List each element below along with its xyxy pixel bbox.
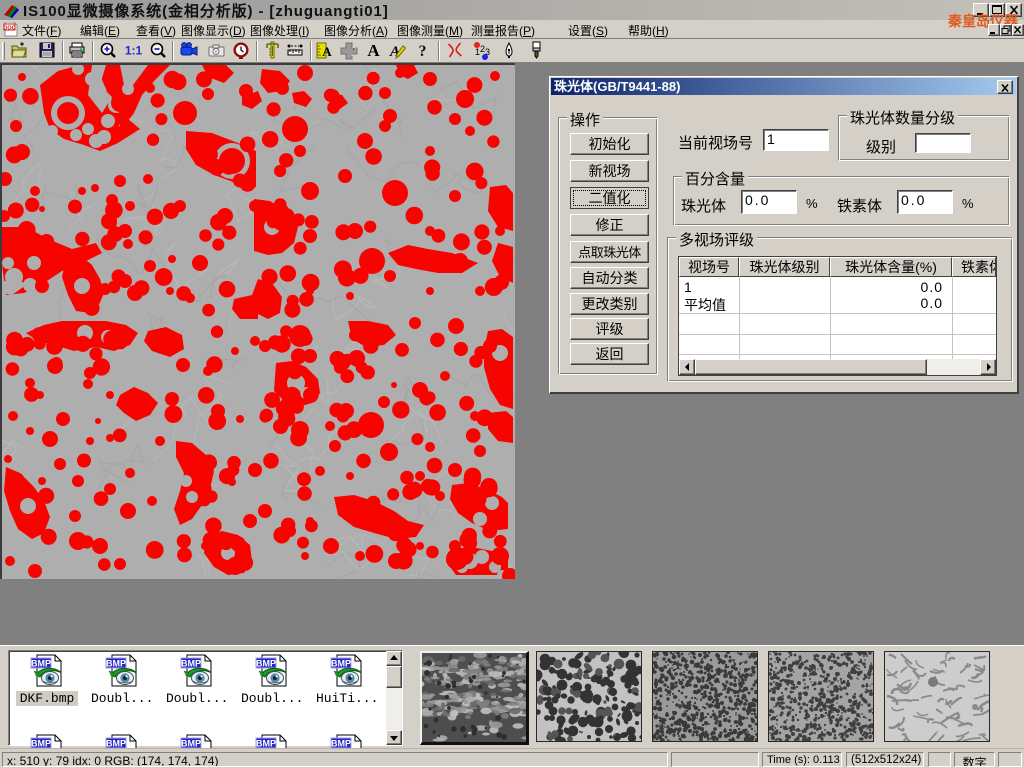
svg-text:BMP: BMP bbox=[331, 739, 351, 749]
svg-text:A: A bbox=[322, 44, 332, 59]
svg-text:BMP: BMP bbox=[106, 659, 126, 669]
svg-text:BMP: BMP bbox=[181, 659, 201, 669]
svg-text:BMP: BMP bbox=[181, 739, 201, 749]
svg-text:DOC: DOC bbox=[3, 26, 15, 32]
svg-text:BMP: BMP bbox=[31, 739, 51, 749]
svg-text:?: ? bbox=[419, 43, 427, 60]
svg-text:1:1: 1:1 bbox=[125, 44, 143, 58]
svg-text:BMP: BMP bbox=[256, 659, 276, 669]
svg-text:BMP: BMP bbox=[31, 659, 51, 669]
svg-text:BMP: BMP bbox=[256, 739, 276, 749]
svg-text:BMP: BMP bbox=[106, 739, 126, 749]
svg-text:A: A bbox=[367, 41, 380, 60]
svg-text:BMP: BMP bbox=[331, 659, 351, 669]
